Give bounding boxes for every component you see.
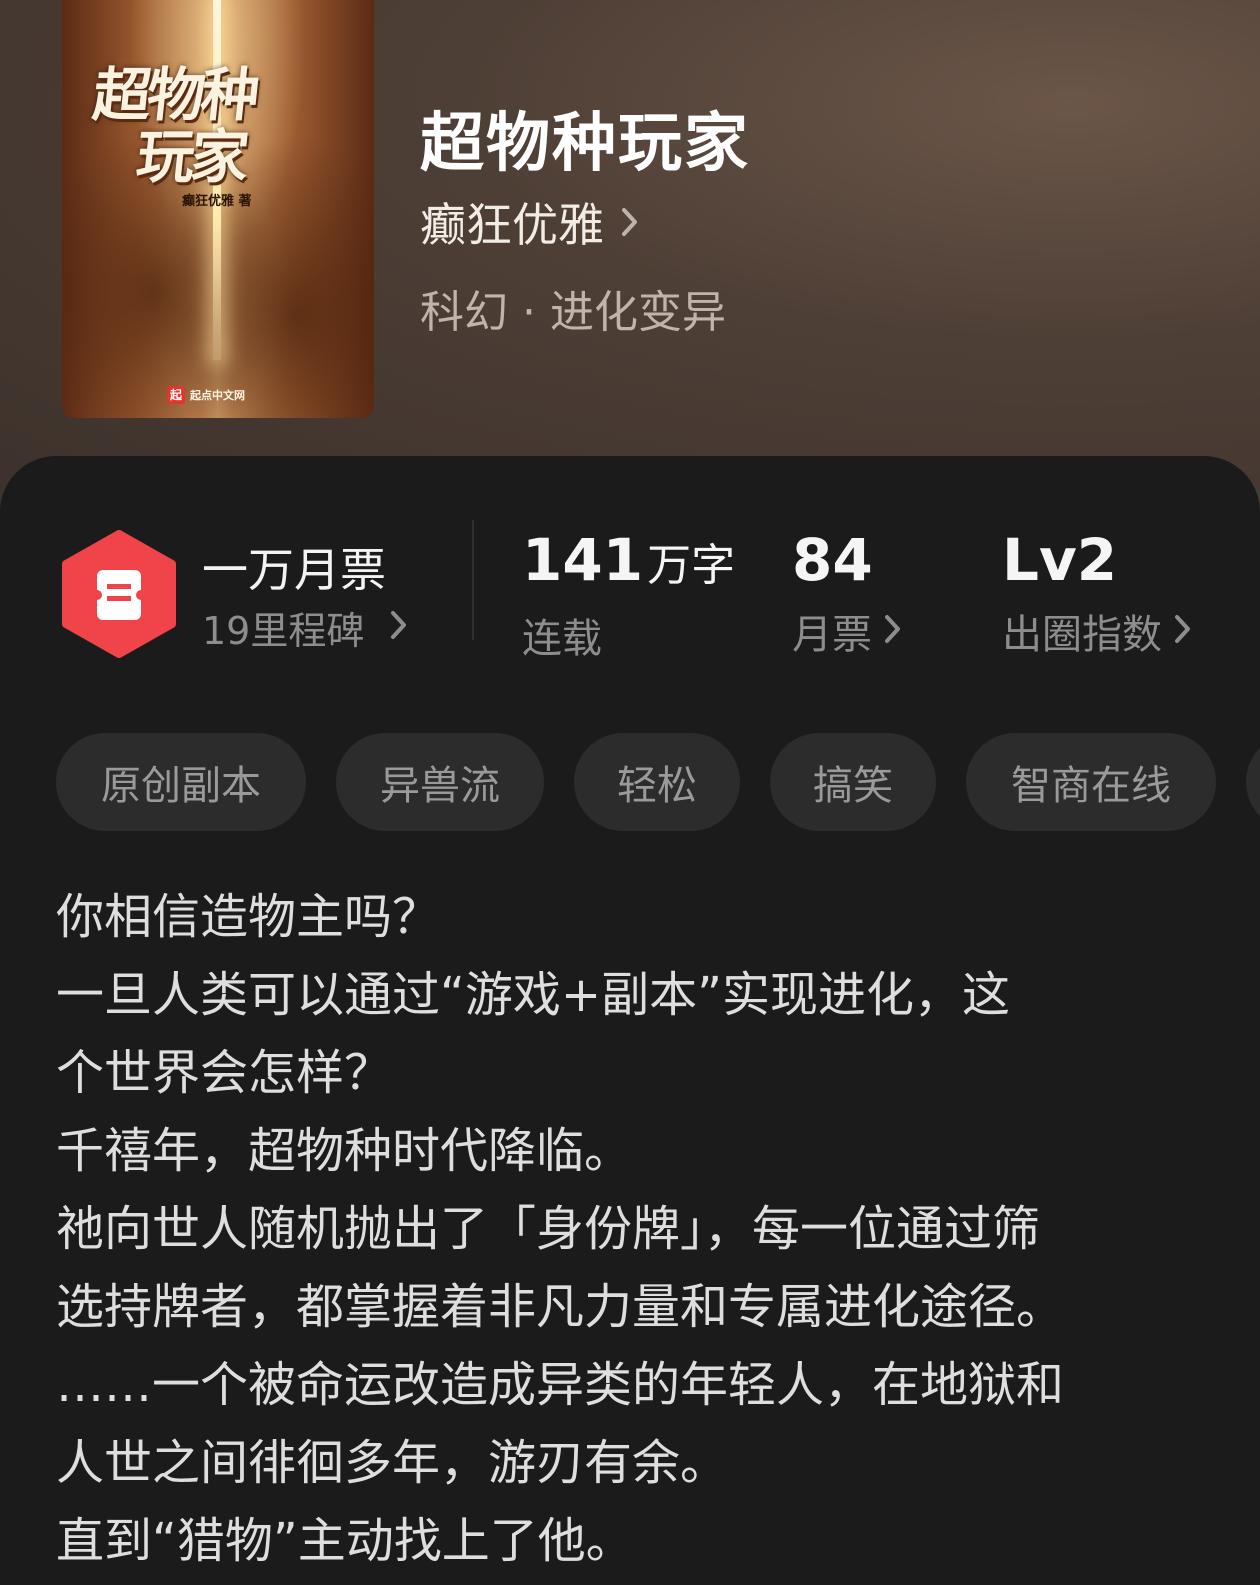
tag-chip[interactable]: 原创副本: [56, 733, 306, 831]
tag-chip[interactable]: 搞笑: [770, 733, 936, 831]
synopsis-line: 祂向世人随机抛出了「身份牌」，每一位通过筛: [56, 1201, 1041, 1257]
cover-title-art: 超物种 玩家: [83, 61, 356, 191]
chevron-right-icon: [620, 195, 640, 249]
cover-title-line2: 玩家: [133, 123, 249, 191]
synopsis-line: 一旦人类可以通过“游戏+副本”实现进化，这: [56, 967, 1010, 1023]
influence-link[interactable]: 出圈指数: [1002, 606, 1192, 658]
synopsis-line: ……一个被命运改造成异类的年轻人，在地狱和: [56, 1357, 1065, 1413]
synopsis-line: 选持牌者，都掌握着非凡力量和专属进化途径。: [56, 1279, 1065, 1335]
tag-chip[interactable]: 异兽流: [336, 733, 544, 831]
synopsis-line: 个世界会怎样？: [56, 1045, 393, 1101]
milestone-link[interactable]: 19里程碑: [202, 602, 408, 653]
book-title: 超物种玩家: [420, 107, 750, 181]
book-category: 科幻 · 进化变异: [420, 287, 726, 338]
word-count-value: 141: [522, 526, 644, 594]
ticket-icon[interactable]: [60, 530, 178, 658]
tag-chip[interactable]: 智商在线: [966, 733, 1216, 831]
tag-list: 原创副本 异兽流 轻松 搞笑 智商在线: [56, 733, 1260, 831]
influence-label: 出圈指数: [1002, 612, 1162, 658]
synopsis-line: 你相信造物主吗？: [56, 889, 441, 945]
cover-title-line1: 超物种: [89, 61, 259, 129]
cover-publisher: 起点中文网: [190, 389, 245, 402]
cover-author: 癫狂优雅 著: [182, 194, 252, 209]
stats-divider: [472, 520, 474, 640]
synopsis-line: 人世之间徘徊多年，游刃有余。: [56, 1435, 729, 1491]
chevron-right-icon: [884, 608, 902, 654]
milestone-title[interactable]: 一万月票: [202, 534, 386, 600]
monthly-tickets-link[interactable]: 月票: [792, 606, 902, 658]
influence-level-value: Lv2: [1002, 526, 1118, 594]
word-count-stat: 141 万字: [522, 526, 735, 594]
milestone-subtitle: 19里程碑: [202, 608, 365, 653]
chevron-right-icon: [1174, 608, 1192, 654]
monthly-tickets-value: 84: [792, 526, 873, 594]
publisher-logo-icon: 起: [167, 386, 185, 404]
serial-status: 连载: [522, 616, 602, 662]
monthly-tickets-label: 月票: [792, 612, 872, 658]
book-synopsis: 你相信造物主吗？ 一旦人类可以通过“游戏+副本”实现进化，这 个世界会怎样？ 千…: [56, 878, 1216, 1580]
publisher-logo-text: 起: [169, 388, 182, 402]
tag-chip-partial[interactable]: [1246, 733, 1260, 831]
tag-chip[interactable]: 轻松: [574, 733, 740, 831]
synopsis-line: 千禧年，超物种时代降临。: [56, 1123, 633, 1179]
book-header: 超物种 玩家 癫狂优雅 著 起 起点中文网 超物种玩家 癫狂优雅 科幻 · 进化…: [0, 0, 1260, 520]
word-count-unit: 万字: [647, 540, 736, 591]
chevron-right-icon: [390, 605, 408, 649]
synopsis-line: 直到“猎物”主动找上了他。: [56, 1513, 634, 1569]
author-link[interactable]: 癫狂优雅: [420, 192, 640, 252]
book-cover[interactable]: 超物种 玩家 癫狂优雅 著 起 起点中文网: [62, 0, 374, 418]
book-detail-page: 超物种 玩家 癫狂优雅 著 起 起点中文网 超物种玩家 癫狂优雅 科幻 · 进化…: [0, 0, 1260, 1585]
author-name: 癫狂优雅: [420, 198, 604, 252]
